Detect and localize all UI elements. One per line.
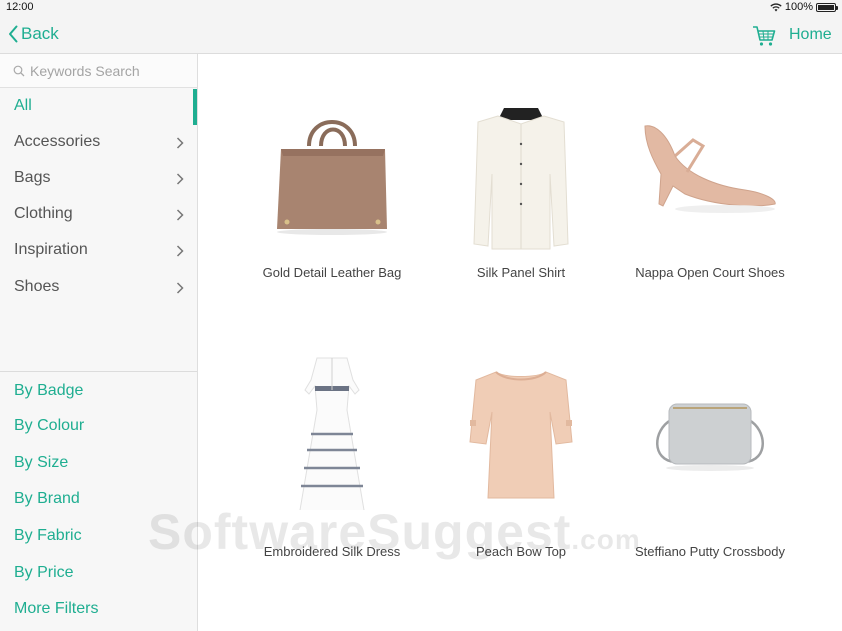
back-button[interactable]: Back — [8, 24, 59, 44]
watermark-suffix: .com — [571, 524, 641, 555]
filter-by-colour[interactable]: By Colour — [14, 417, 84, 435]
filter-by-brand[interactable]: By Brand — [14, 490, 80, 508]
product-name: Nappa Open Court Shoes — [635, 265, 785, 280]
home-link[interactable]: Home — [789, 26, 832, 44]
product-card[interactable]: Silk Panel Shirt — [426, 94, 616, 334]
category-inspiration[interactable]: Inspiration — [0, 233, 197, 269]
chevron-right-icon — [176, 282, 184, 294]
wifi-icon — [770, 2, 782, 11]
category-all[interactable]: All — [0, 89, 197, 125]
search-input[interactable] — [30, 61, 190, 81]
product-name: Steffiano Putty Crossbody — [634, 544, 786, 559]
search-bar — [0, 54, 197, 88]
product-card[interactable]: Nappa Open Court Shoes — [615, 94, 805, 334]
search-icon — [13, 65, 25, 77]
cart-icon[interactable] — [752, 25, 776, 47]
sidebar-divider — [0, 371, 197, 372]
status-time: 12:00 — [6, 1, 34, 13]
product-card[interactable]: Gold Detail Leather Bag — [237, 94, 427, 334]
filter-by-badge[interactable]: By Badge — [14, 382, 83, 400]
chevron-left-icon — [9, 25, 18, 43]
shirt-image — [473, 108, 569, 250]
category-label: Shoes — [14, 278, 60, 295]
category-label: Bags — [14, 169, 51, 186]
watermark: SoftwareSuggest.com — [148, 503, 641, 561]
status-bar: 12:00 100% — [0, 0, 842, 16]
nav-bar: Back Home — [0, 16, 842, 54]
chevron-right-icon — [176, 137, 184, 149]
active-indicator — [193, 89, 197, 125]
watermark-text: SoftwareSuggest — [148, 504, 572, 560]
more-filters-link[interactable]: More Filters — [14, 600, 98, 618]
product-name: Silk Panel Shirt — [476, 265, 566, 280]
product-name: Gold Detail Leather Bag — [262, 265, 402, 280]
bag-image — [277, 120, 387, 235]
chevron-right-icon — [176, 209, 184, 221]
chevron-right-icon — [176, 173, 184, 185]
top-image — [469, 371, 573, 499]
product-card[interactable]: Steffiano Putty Crossbody — [615, 350, 805, 590]
chevron-right-icon — [176, 245, 184, 257]
battery-percent: 100% — [784, 1, 813, 13]
category-accessories[interactable]: Accessories — [0, 125, 197, 161]
category-label: All — [14, 97, 32, 114]
dress-image — [299, 357, 365, 510]
crossbody-image — [656, 403, 764, 471]
category-label: Inspiration — [14, 241, 88, 258]
filter-by-fabric[interactable]: By Fabric — [14, 527, 82, 545]
back-label: Back — [21, 24, 59, 43]
status-right: 100% — [770, 1, 838, 13]
category-bags[interactable]: Bags — [0, 161, 197, 197]
category-shoes[interactable]: Shoes — [0, 270, 197, 306]
category-label: Clothing — [14, 205, 73, 222]
filter-by-price[interactable]: By Price — [14, 564, 74, 582]
shoe-image — [644, 125, 776, 213]
battery-icon — [816, 2, 838, 12]
category-label: Accessories — [14, 133, 101, 150]
category-clothing[interactable]: Clothing — [0, 197, 197, 233]
filter-by-size[interactable]: By Size — [14, 454, 68, 472]
